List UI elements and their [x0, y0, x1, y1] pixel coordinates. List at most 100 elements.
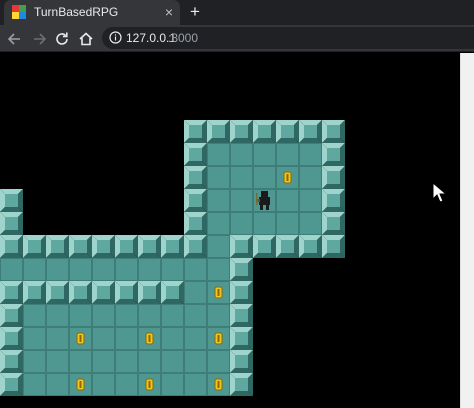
floor-tile — [253, 212, 276, 235]
browser-toolbar: 127.0.0.1 :3000 — [0, 25, 474, 52]
floor-tile — [23, 350, 46, 373]
gold-coin-icon — [214, 332, 223, 345]
wall-block — [299, 120, 322, 143]
reload-icon[interactable] — [52, 29, 72, 49]
gold-coin-icon — [76, 332, 85, 345]
wall-block — [230, 350, 253, 373]
floor-tile — [92, 350, 115, 373]
wall-block — [322, 235, 345, 258]
wall-block — [322, 212, 345, 235]
floor-tile — [69, 304, 92, 327]
gold-coin-icon — [145, 378, 154, 391]
floor-tile — [184, 258, 207, 281]
floor-tile — [299, 189, 322, 212]
gold-coin-icon — [76, 378, 85, 391]
wall-block — [0, 373, 23, 396]
floor-tile — [46, 258, 69, 281]
floor-tile — [184, 350, 207, 373]
floor-tile — [207, 166, 230, 189]
floor-tile — [207, 235, 230, 258]
floor-tile — [207, 350, 230, 373]
wall-block — [0, 304, 23, 327]
floor-tile — [230, 166, 253, 189]
floor-tile — [184, 327, 207, 350]
wall-block — [276, 235, 299, 258]
floor-tile — [207, 304, 230, 327]
floor-tile — [23, 258, 46, 281]
floor-tile — [184, 281, 207, 304]
floor-tile — [161, 350, 184, 373]
floor-tile — [161, 327, 184, 350]
wall-block — [322, 120, 345, 143]
floor-tile — [207, 258, 230, 281]
floor-tile — [0, 258, 23, 281]
app-favicon-icon — [12, 5, 26, 19]
floor-tile — [115, 373, 138, 396]
wall-block — [23, 235, 46, 258]
wall-block — [0, 235, 23, 258]
back-arrow-icon[interactable] — [5, 29, 25, 49]
wall-block — [23, 281, 46, 304]
forward-arrow-icon[interactable] — [29, 29, 49, 49]
wall-block — [230, 258, 253, 281]
home-icon[interactable] — [76, 29, 96, 49]
floor-tile — [161, 304, 184, 327]
floor-tile — [230, 143, 253, 166]
wall-block — [230, 327, 253, 350]
address-bar[interactable]: 127.0.0.1 :3000 — [102, 27, 474, 49]
floor-tile — [207, 212, 230, 235]
floor-tile — [23, 373, 46, 396]
wall-block — [0, 327, 23, 350]
game-viewport[interactable] — [0, 53, 460, 408]
wall-block — [184, 235, 207, 258]
floor-tile — [69, 258, 92, 281]
floor-tile — [46, 350, 69, 373]
tab-close-icon[interactable]: × — [162, 2, 176, 22]
floor-tile — [230, 212, 253, 235]
wall-block — [92, 235, 115, 258]
floor-tile — [92, 304, 115, 327]
wall-block — [276, 120, 299, 143]
wall-block — [138, 235, 161, 258]
wall-block — [299, 235, 322, 258]
wall-block — [230, 304, 253, 327]
tab-title: TurnBasedRPG — [34, 5, 119, 19]
wall-block — [322, 189, 345, 212]
wall-block — [115, 281, 138, 304]
wall-block — [184, 212, 207, 235]
wall-block — [184, 166, 207, 189]
url-port: :3000 — [168, 31, 199, 45]
floor-tile — [23, 304, 46, 327]
floor-tile — [299, 166, 322, 189]
wall-block — [322, 166, 345, 189]
new-tab-plus-icon[interactable]: + — [186, 1, 204, 23]
floor-tile — [23, 327, 46, 350]
floor-tile — [299, 143, 322, 166]
wall-block — [230, 281, 253, 304]
floor-tile — [207, 143, 230, 166]
wall-block — [184, 189, 207, 212]
floor-tile — [115, 258, 138, 281]
floor-tile — [184, 373, 207, 396]
floor-tile — [115, 350, 138, 373]
wall-block — [0, 212, 23, 235]
floor-tile — [253, 166, 276, 189]
site-info-icon[interactable] — [109, 31, 122, 44]
page-scrollbar[interactable] — [460, 53, 474, 408]
gold-coin-icon — [214, 286, 223, 299]
gold-coin-icon — [145, 332, 154, 345]
floor-tile — [276, 212, 299, 235]
wall-block — [138, 281, 161, 304]
floor-tile — [276, 189, 299, 212]
browser-tab[interactable]: TurnBasedRPG × — [4, 0, 180, 25]
game-map[interactable] — [0, 53, 460, 408]
floor-tile — [230, 189, 253, 212]
wall-block — [253, 120, 276, 143]
floor-tile — [46, 304, 69, 327]
wall-block — [92, 281, 115, 304]
wall-block — [322, 143, 345, 166]
floor-tile — [92, 327, 115, 350]
wall-block — [230, 373, 253, 396]
wall-block — [46, 281, 69, 304]
wall-block — [69, 235, 92, 258]
